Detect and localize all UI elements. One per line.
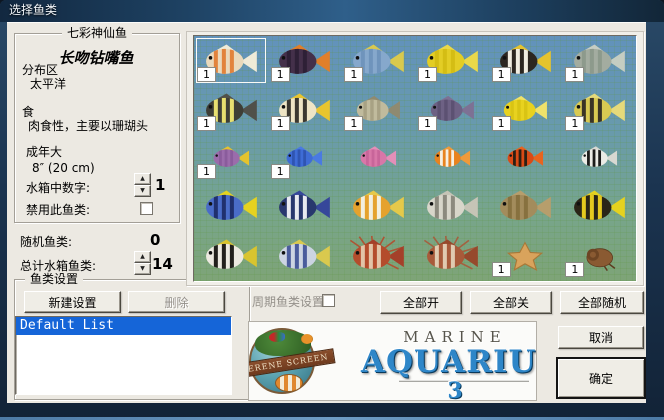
food-value: 肉食性，主要以珊瑚头 bbox=[28, 119, 148, 133]
fish-spotfin-lionfish[interactable] bbox=[415, 231, 489, 280]
fish-settings-group-title: 鱼类设置 bbox=[25, 272, 83, 286]
disable-fish-checkbox[interactable] bbox=[140, 202, 153, 215]
distribution-value: 太平洋 bbox=[30, 77, 66, 91]
random-fish-label: 随机鱼类: bbox=[20, 235, 72, 249]
fish-clown-surgeonfish[interactable] bbox=[268, 231, 342, 280]
food-label: 食 bbox=[22, 105, 34, 119]
fish-rock-beauty-angelfish[interactable] bbox=[562, 182, 636, 231]
fish-count-badge: 1 bbox=[492, 67, 511, 82]
ok-button[interactable]: 确定 bbox=[556, 357, 646, 399]
fish-yellow-tang[interactable]: 1 bbox=[415, 36, 489, 85]
fish-moorish-idol[interactable] bbox=[194, 231, 268, 280]
fish-emperor-angelfish-juvenile[interactable] bbox=[268, 182, 342, 231]
fish-purple-tang[interactable]: 1 bbox=[415, 85, 489, 134]
all-random-button[interactable]: 全部随机 bbox=[560, 291, 644, 314]
fish-count-badge: 1 bbox=[271, 116, 290, 131]
fish-double-saddle-butterflyfish[interactable]: 1 bbox=[268, 85, 342, 134]
fish-longnose-butterflyfish[interactable]: 1 bbox=[489, 85, 563, 134]
fish-count-badge: 1 bbox=[344, 67, 363, 82]
periodic-fish-label: 周期鱼类设置 bbox=[252, 295, 324, 309]
fish-regal-angelfish[interactable] bbox=[341, 182, 415, 231]
fish-clown-triggerfish[interactable]: 1 bbox=[489, 36, 563, 85]
dialog-title: 选择鱼类 bbox=[9, 3, 57, 17]
list-item[interactable]: Default List bbox=[16, 317, 231, 335]
select-fish-dialog: 选择鱼类 七彩神仙鱼 长吻钻嘴鱼 分布区 太平洋 食 肉食性，主要以珊瑚头 成年… bbox=[0, 0, 664, 420]
fish-flame-angelfish[interactable] bbox=[489, 134, 563, 183]
logo-butterfly-icon bbox=[301, 334, 313, 344]
fish-powder-blue-tang[interactable]: 1 bbox=[341, 36, 415, 85]
fish-grid-panel: 1 1 1 1 1 bbox=[186, 31, 644, 286]
fish-pearlscale-butterflyfish[interactable]: 1 bbox=[341, 85, 415, 134]
logo-bird-icon bbox=[269, 332, 285, 342]
fish-count-badge: 1 bbox=[492, 262, 511, 277]
spinner-up-icon[interactable] bbox=[134, 173, 151, 185]
dialog-titlebar[interactable]: 选择鱼类 bbox=[0, 0, 664, 22]
fish-threadfin-butterflyfish[interactable]: 1 bbox=[562, 85, 636, 134]
distribution-label: 分布区 bbox=[22, 63, 58, 77]
marine-aquarium-banner: SERENE SCREEN MARINE AQUARIUM 3 bbox=[248, 321, 537, 401]
fish-lined-butterflyfish[interactable] bbox=[415, 182, 489, 231]
total-fish-value: 14 bbox=[152, 256, 173, 272]
periodic-fish-checkbox[interactable] bbox=[322, 294, 335, 307]
fish-clownfish[interactable] bbox=[415, 134, 489, 183]
fish-count-badge: 1 bbox=[271, 164, 290, 179]
fish-count-badge: 1 bbox=[197, 67, 216, 82]
spinner-down-icon[interactable] bbox=[134, 263, 151, 275]
fish-starfish[interactable]: 1 bbox=[489, 231, 563, 280]
number-in-tank-label: 水箱中数字: bbox=[26, 181, 90, 195]
delete-settings-button[interactable]: 删除 bbox=[128, 291, 225, 313]
fish-count-badge: 1 bbox=[344, 116, 363, 131]
logo-fish-icon bbox=[275, 374, 303, 392]
disable-fish-label: 禁用此鱼类: bbox=[26, 203, 90, 217]
cancel-button[interactable]: 取消 bbox=[558, 326, 644, 349]
adult-size-value: 8″ (20 cm) bbox=[32, 161, 95, 175]
serene-screen-logo: SERENE SCREEN bbox=[248, 326, 331, 398]
fish-count-badge: 1 bbox=[565, 67, 584, 82]
fish-grid: 1 1 1 1 1 bbox=[193, 35, 637, 282]
fish-hermit-crab[interactable]: 1 bbox=[562, 231, 636, 280]
fish-humbug-damselfish[interactable] bbox=[562, 134, 636, 183]
fish-count-badge: 1 bbox=[565, 262, 584, 277]
adult-size-label: 成年大 bbox=[26, 145, 62, 159]
fish-count-badge: 1 bbox=[271, 67, 290, 82]
dialog-body: 七彩神仙鱼 长吻钻嘴鱼 分布区 太平洋 食 肉食性，主要以珊瑚头 成年大 8″ … bbox=[7, 22, 646, 403]
number-in-tank-value: 1 bbox=[155, 177, 165, 193]
spinner-down-icon[interactable] bbox=[134, 185, 151, 197]
fish-count-badge: 1 bbox=[197, 116, 216, 131]
all-on-button[interactable]: 全部开 bbox=[380, 291, 462, 314]
spinner-up-icon[interactable] bbox=[134, 251, 151, 263]
fish-info-group-title: 七彩神仙鱼 bbox=[62, 26, 132, 40]
banner-title-number: 3 bbox=[367, 378, 537, 401]
fish-pink-anthias[interactable] bbox=[341, 134, 415, 183]
fish-flagfin-angelfish[interactable]: 1 bbox=[268, 36, 342, 85]
new-settings-button[interactable]: 新建设置 bbox=[24, 291, 121, 313]
all-off-button[interactable]: 全部关 bbox=[470, 291, 552, 314]
total-fish-label: 总计水箱鱼类: bbox=[20, 259, 96, 273]
total-fish-spinner bbox=[134, 251, 151, 275]
number-in-tank-spinner bbox=[134, 173, 151, 197]
random-fish-value: 0 bbox=[150, 232, 160, 248]
fish-count-badge: 1 bbox=[565, 116, 584, 131]
fish-regal-blue-tang[interactable] bbox=[194, 182, 268, 231]
fish-count-badge: 1 bbox=[492, 116, 511, 131]
fish-count-badge: 1 bbox=[418, 116, 437, 131]
fish-koran-angelfish[interactable]: 1 bbox=[194, 85, 268, 134]
fish-royal-gramma[interactable]: 1 bbox=[194, 134, 268, 183]
fish-bird-wrasse[interactable]: 1 bbox=[562, 36, 636, 85]
fish-count-badge: 1 bbox=[197, 164, 216, 179]
fish-scribbled-rabbitfish[interactable] bbox=[489, 182, 563, 231]
fish-copperband-butterflyfish[interactable]: 1 bbox=[194, 36, 268, 85]
fish-lionfish[interactable] bbox=[341, 231, 415, 280]
fish-blue-damselfish[interactable]: 1 bbox=[268, 134, 342, 183]
fish-settings-listbox[interactable]: Default List bbox=[15, 316, 232, 395]
fish-count-badge: 1 bbox=[418, 67, 437, 82]
banner-title-aquarium: AQUARIUM bbox=[361, 344, 537, 380]
